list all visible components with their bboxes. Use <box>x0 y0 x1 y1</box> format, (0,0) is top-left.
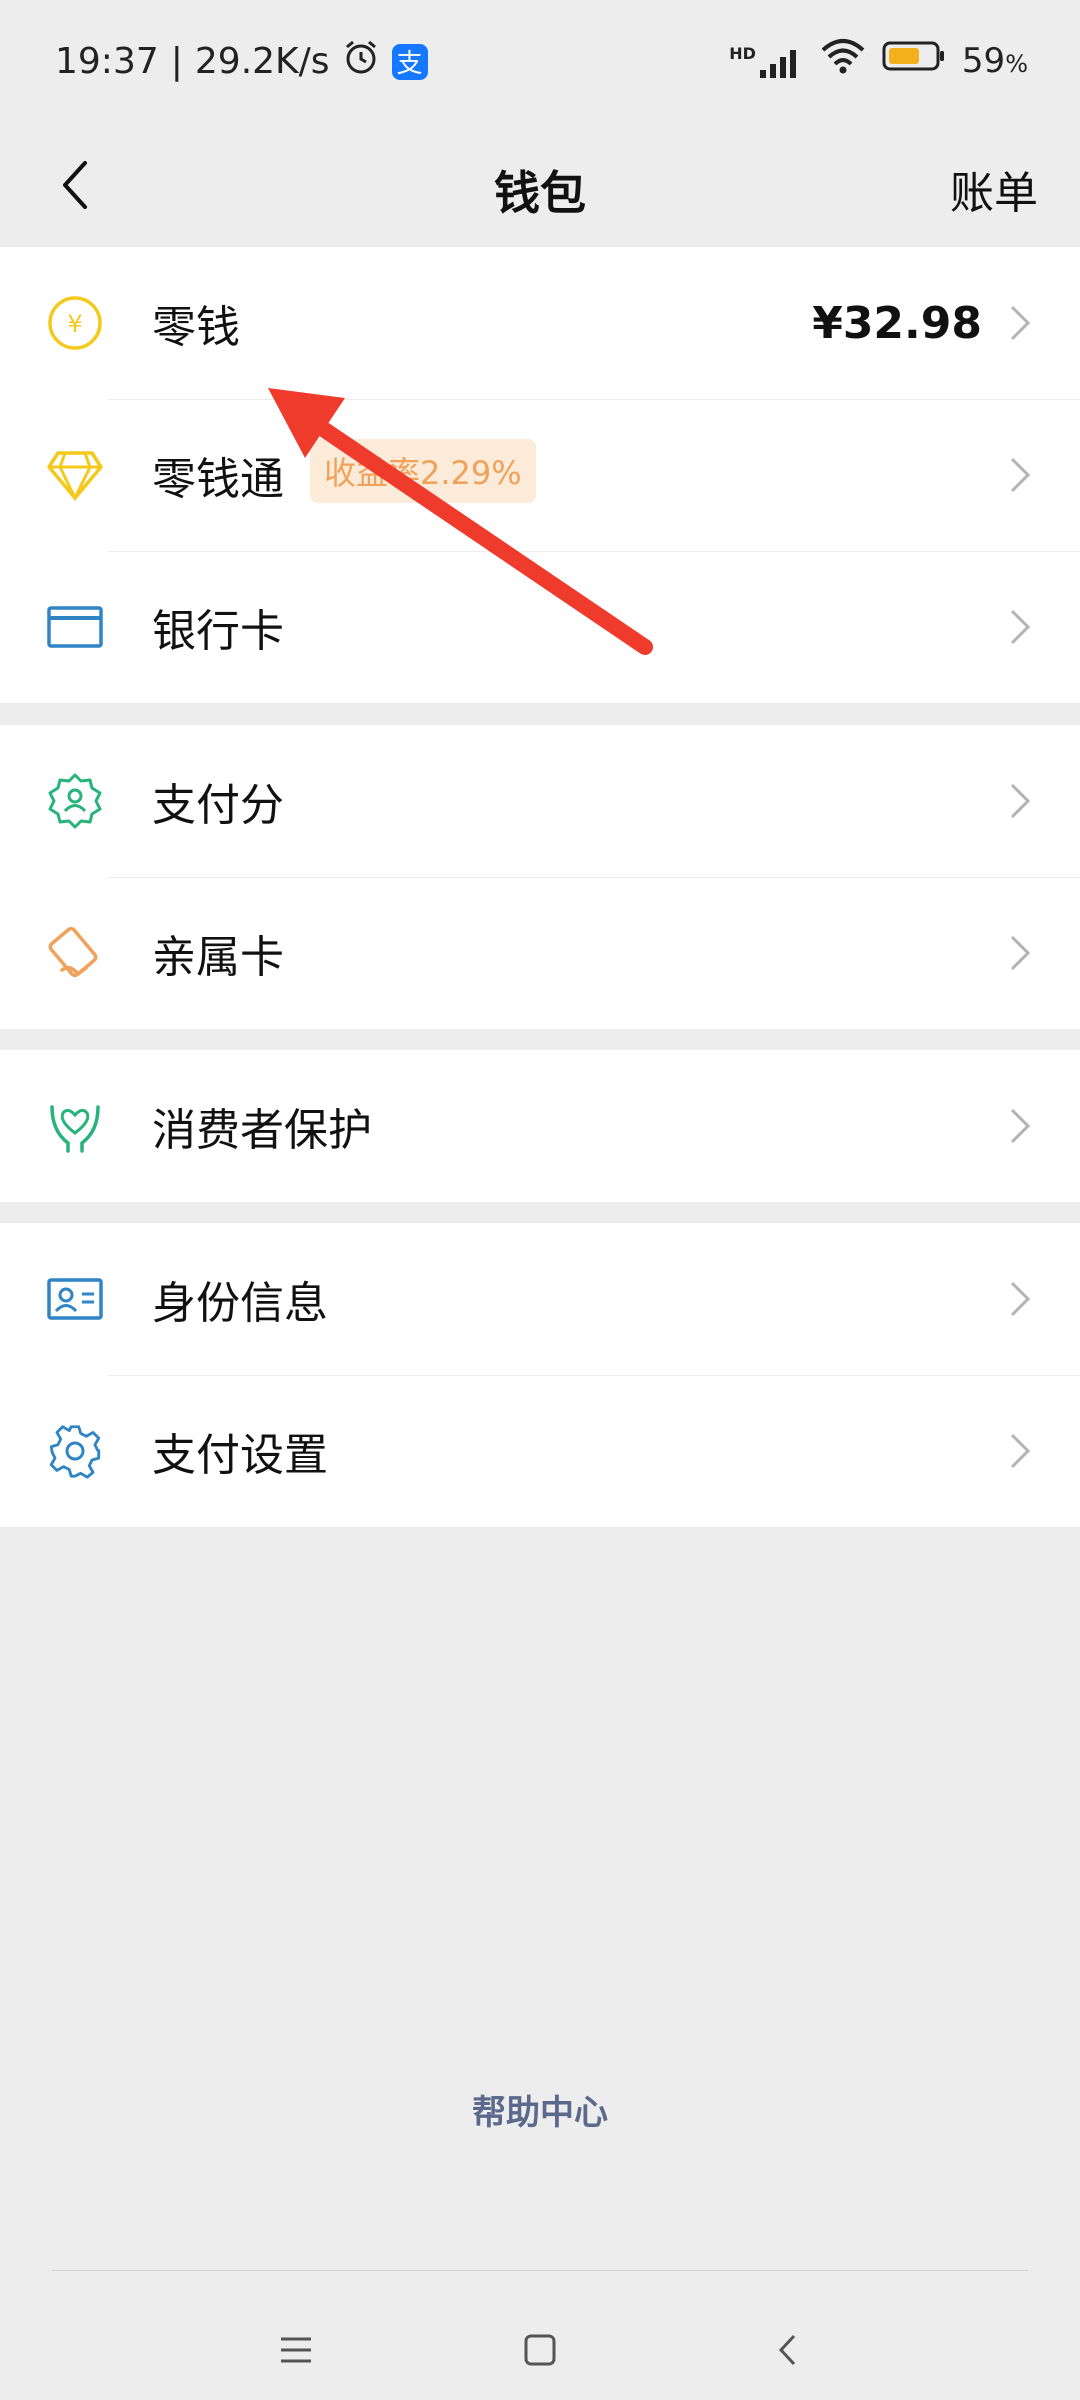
row-payment-settings[interactable]: 支付设置 <box>0 1375 1080 1527</box>
wallet-group-balance: ¥ 零钱 ¥32.98 零钱通 收益率2.29% 银行卡 <box>0 247 1080 703</box>
row-family-card[interactable]: 亲属卡 <box>0 877 1080 1029</box>
chevron-right-icon <box>1010 1433 1031 1469</box>
battery-icon <box>882 40 946 81</box>
yuan-coin-icon: ¥ <box>45 293 105 353</box>
bank-card-icon <box>45 597 105 657</box>
system-navigation-bar <box>0 2300 1080 2400</box>
wallet-group-settings: 身份信息 支付设置 <box>0 1223 1080 1527</box>
id-card-icon <box>45 1269 105 1329</box>
back-system-button[interactable] <box>757 2320 817 2380</box>
row-label: 银行卡 <box>152 606 284 657</box>
alarm-clock-icon <box>342 38 380 85</box>
bill-link[interactable]: 账单 <box>950 157 1038 221</box>
status-speed: 29.2K/s <box>194 41 330 82</box>
diamond-icon <box>45 445 105 505</box>
status-bar: 19:37 | 29.2K/s 支 HD 59% <box>0 0 1080 125</box>
chevron-right-icon <box>1010 935 1031 971</box>
chevron-right-icon <box>1010 783 1031 819</box>
row-label: 身份信息 <box>152 1278 328 1329</box>
wallet-group-protection: 消费者保护 <box>0 1050 1080 1202</box>
gear-icon <box>45 1421 105 1481</box>
family-card-icon <box>45 923 105 983</box>
chevron-right-icon <box>1010 1108 1031 1144</box>
row-label: 支付分 <box>152 780 284 831</box>
page-title: 钱包 <box>494 166 586 220</box>
status-left: 19:37 | 29.2K/s 支 <box>55 38 428 85</box>
yield-badge: 收益率2.29% <box>310 439 536 503</box>
row-label: 零钱通 <box>152 454 284 505</box>
row-change-balance[interactable]: ¥ 零钱 ¥32.98 <box>0 247 1080 399</box>
status-time: 19:37 <box>55 41 159 82</box>
svg-text:¥: ¥ <box>67 310 82 338</box>
wifi-icon <box>820 38 866 83</box>
row-label: 亲属卡 <box>152 932 284 983</box>
home-button[interactable] <box>510 2320 570 2380</box>
chevron-right-icon <box>1010 457 1031 493</box>
back-triangle-icon <box>778 2334 796 2366</box>
chevron-right-icon <box>1010 305 1031 341</box>
row-bank-card[interactable]: 银行卡 <box>0 551 1080 703</box>
battery-percent: 59% <box>961 40 1028 81</box>
wallet-group-credit: 支付分 亲属卡 <box>0 725 1080 1029</box>
home-square-icon <box>524 2334 556 2366</box>
hands-protect-icon <box>45 1096 105 1156</box>
signal-icon: HD <box>729 44 804 78</box>
status-separator: | <box>170 41 183 82</box>
top-navbar: 钱包 账单 <box>0 125 1080 245</box>
row-change-pass[interactable]: 零钱通 收益率2.29% <box>0 399 1080 551</box>
balance-value: ¥32.98 <box>812 297 982 349</box>
row-label: 零钱 <box>152 302 240 353</box>
menu-icon <box>281 2337 311 2363</box>
alipay-notification-icon: 支 <box>391 43 428 80</box>
row-identity-info[interactable]: 身份信息 <box>0 1223 1080 1375</box>
row-consumer-protection[interactable]: 消费者保护 <box>0 1050 1080 1202</box>
divider <box>52 2270 1028 2271</box>
row-label: 消费者保护 <box>152 1105 372 1156</box>
hd-label: HD <box>729 43 756 63</box>
chevron-right-icon <box>1010 1281 1031 1317</box>
help-center-link[interactable]: 帮助中心 <box>0 2085 1080 2134</box>
pay-score-badge-icon <box>45 771 105 831</box>
menu-button[interactable] <box>266 2320 326 2380</box>
row-pay-score[interactable]: 支付分 <box>0 725 1080 877</box>
status-right: HD 59% <box>729 38 1028 83</box>
chevron-right-icon <box>1010 609 1031 645</box>
row-label: 支付设置 <box>152 1430 328 1481</box>
